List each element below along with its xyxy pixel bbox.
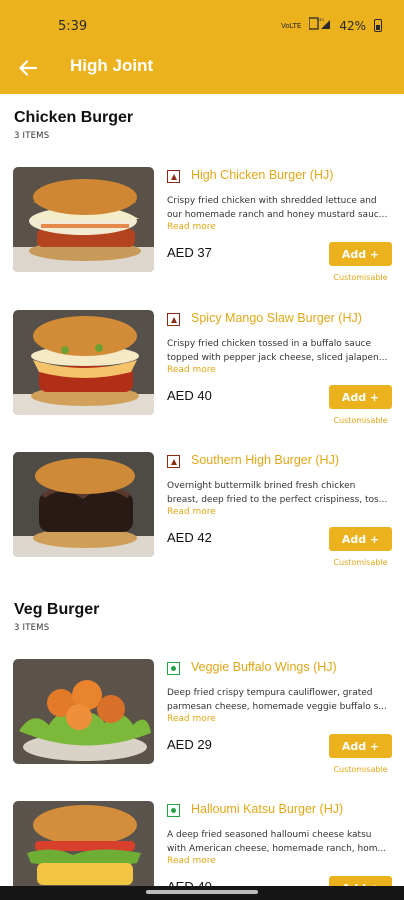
add-button[interactable]: Add + <box>329 734 392 758</box>
item-name: Spicy Mango Slaw Burger (HJ) <box>191 311 362 325</box>
status-time: 5:39 <box>58 19 88 34</box>
section-title-veg-burger: Veg Burger <box>14 601 100 618</box>
app-bar: High Joint <box>0 42 404 94</box>
svg-text:⁴ᴳ: ⁴ᴳ <box>319 18 324 25</box>
customisable-label: Customisable <box>333 558 388 567</box>
item-description: Crispy fried chicken with shredded lettu… <box>167 196 388 220</box>
system-navigation-bar <box>0 886 404 900</box>
home-gesture-handle[interactable] <box>146 890 258 894</box>
item-price: AED 37 <box>167 245 212 260</box>
customisable-label: Customisable <box>333 416 388 425</box>
item-description: Deep fried crispy tempura cauliflower, g… <box>167 688 387 712</box>
arrow-left-icon <box>19 60 38 76</box>
battery-icon <box>374 19 382 32</box>
item-description: Overnight buttermilk brined fresh chicke… <box>167 481 388 505</box>
add-button[interactable]: Add + <box>329 385 392 409</box>
veg-icon <box>167 662 180 675</box>
add-button[interactable]: Add + <box>329 242 392 266</box>
item-description: A deep fried seasoned halloumi cheese ka… <box>167 830 387 854</box>
back-button[interactable] <box>14 54 42 82</box>
item-name: High Chicken Burger (HJ) <box>191 168 334 182</box>
menu-item-card[interactable]: Southern High Burger (HJ) Overnight butt… <box>0 452 404 582</box>
item-name: Southern High Burger (HJ) <box>191 453 339 467</box>
menu-item-card[interactable]: Spicy Mango Slaw Burger (HJ) Crispy frie… <box>0 310 404 440</box>
item-price: AED 42 <box>167 530 212 545</box>
read-more-link[interactable]: Read more <box>167 714 216 724</box>
item-name: Veggie Buffalo Wings (HJ) <box>191 660 337 674</box>
status-bar: 5:39 VoLTE ⁴ᴳ 42% <box>0 0 404 42</box>
network-volte-icon: VoLTE <box>281 21 302 30</box>
veg-icon <box>167 804 180 817</box>
non-veg-icon <box>167 170 180 183</box>
signal-icon: ⁴ᴳ <box>308 17 331 34</box>
non-veg-icon <box>167 455 180 468</box>
section-title-chicken-burger: Chicken Burger <box>14 109 134 126</box>
menu-item-card[interactable]: High Chicken Burger (HJ) Crispy fried ch… <box>0 167 404 297</box>
customisable-label: Customisable <box>333 765 388 774</box>
read-more-link[interactable]: Read more <box>167 507 216 517</box>
section-count: 3 ITEMS <box>14 623 50 633</box>
item-description: Crispy fried chicken tossed in a buffalo… <box>167 339 388 363</box>
battery-percent: 42% <box>339 18 366 33</box>
item-price: AED 29 <box>167 737 212 752</box>
read-more-link[interactable]: Read more <box>167 856 216 866</box>
non-veg-icon <box>167 313 180 326</box>
section-count: 3 ITEMS <box>14 131 50 141</box>
customisable-label: Customisable <box>333 273 388 282</box>
item-image[interactable] <box>13 659 154 764</box>
item-image[interactable] <box>13 310 154 415</box>
item-price: AED 40 <box>167 388 212 403</box>
item-image[interactable] <box>13 452 154 557</box>
page-title: High Joint <box>70 56 154 75</box>
status-icons: VoLTE ⁴ᴳ 42% <box>281 17 382 34</box>
item-name: Halloumi Katsu Burger (HJ) <box>191 802 344 816</box>
read-more-link[interactable]: Read more <box>167 365 216 375</box>
menu-item-card[interactable]: Veggie Buffalo Wings (HJ) Deep fried cri… <box>0 659 404 789</box>
item-image[interactable] <box>13 167 154 272</box>
read-more-link[interactable]: Read more <box>167 222 216 232</box>
add-button[interactable]: Add + <box>329 527 392 551</box>
